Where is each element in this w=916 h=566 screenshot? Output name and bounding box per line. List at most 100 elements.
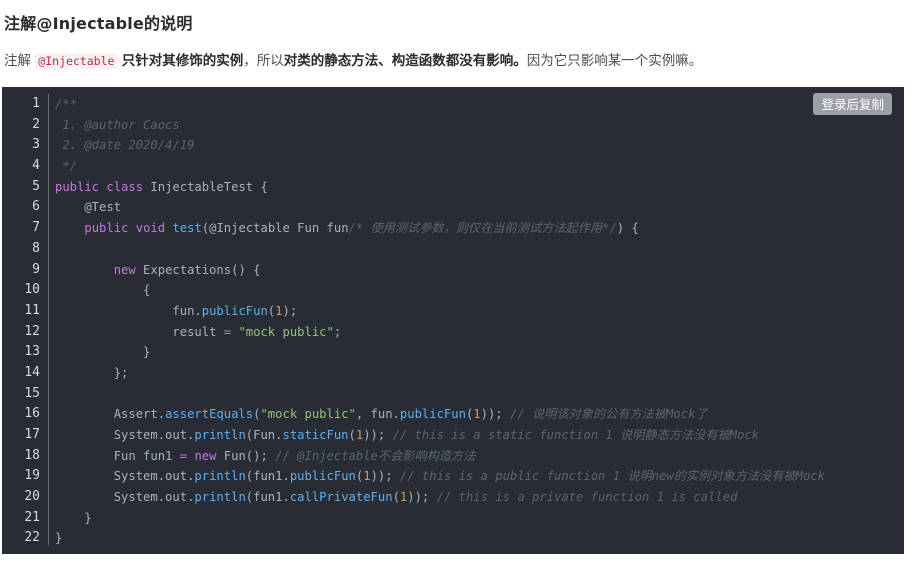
code-token: } [55,510,92,525]
line-number: 20 [24,489,40,505]
code-token: // this is a static function 1 说明静态方法没有被… [392,428,760,442]
code-token: ); [282,303,298,318]
line-number: 13 [24,344,40,360]
line-number: 21 [24,509,40,525]
code-line: */ [55,156,904,177]
code-token: publicFun [399,407,466,422]
code-token: // @Injectable不会影响构造方法 [275,448,476,463]
code-token: // this is a public function 1 说明new的实例对… [399,469,825,484]
code-token: // 说明该对象的公有方法被Mock了 [509,407,708,422]
code-line: @Test [55,197,904,218]
code-line: /** [55,94,904,115]
code-token: } [55,531,63,546]
code-token: ( [392,490,400,505]
code-token: System.out. [55,490,195,505]
line-number: 10 [24,282,40,298]
line-number: 4 [32,158,40,174]
line-number: 15 [24,385,40,401]
code-line: public class InjectableTest { [55,177,904,198]
code-token: new [194,448,217,463]
code-token: ; [333,324,342,339]
code-line: } [55,342,904,363]
code-token: test [172,221,202,236]
code-token: /** [55,97,78,111]
line-number: 19 [24,468,40,484]
code-line: public void test(@Injectable Fun fun/* 使… [55,218,904,239]
code-token: (@Injectable Fun fun [201,221,349,236]
section-heading: 注解@Injectable的说明 [4,14,193,33]
paragraph-prefix: 注解 [4,53,36,69]
code-token: } [55,345,151,360]
code-token: "mock public" [260,407,356,422]
code-line: System.out.println(fun1.publicFun(1)); /… [55,466,904,487]
code-token: )); [480,407,510,422]
code-line: { [55,280,904,301]
code-token: result [55,324,224,339]
code-token: new [113,262,136,277]
code-line: }; [55,363,904,384]
code-token: callPrivateFun [289,490,393,505]
code-line: result = "mock public"; [55,322,904,343]
code-token: fun. [55,303,202,318]
code-token: Fun(); [216,448,276,463]
line-number: 16 [24,406,40,422]
code-token: (Fun. [245,428,283,442]
line-number: 1 [32,96,40,111]
line-number: 2 [32,116,40,132]
code-token: class [106,179,144,194]
code-token: println [194,469,246,484]
line-number: 7 [32,220,40,236]
code-line: 1. @author Caocs [55,115,904,136]
code-token: println [194,428,246,442]
description-paragraph: 注解 @Injectable 只针对其修饰的实例，所以对类的静态方法、构造函数都… [4,49,702,69]
code-token: publicFun [289,469,356,484]
code-token: InjectableTest { [143,179,268,194]
line-number: 3 [32,137,40,153]
paragraph-bold-2: 对类的静态方法、构造函数都没有影响。 [283,53,527,69]
code-token: )); [370,469,400,484]
code-token: Assert. [55,407,166,422]
code-content: /** 1. @author Caocs 2. @date 2020/4/19 … [55,94,904,549]
code-token: System.out. [55,469,195,484]
code-token: System.out. [55,428,195,442]
code-token: ( [348,428,356,442]
code-token: ) { [616,221,639,236]
code-token: Expectations() { [135,262,261,277]
code-token: 1 [473,407,481,422]
code-line: new Expectations() { [55,260,904,281]
line-number: 17 [24,427,40,442]
code-block: 登录后复制 1 2 3 4 5 6 7 8 9 10 11 12 13 14 15 16 17 18 19 20 21 2… [2,87,904,554]
code-token: , fun. [355,407,400,422]
code-token: = [223,324,232,339]
code-token: }; [55,365,129,380]
code-token: */ [55,159,78,174]
code-token: // this is a private function 1 is calle… [436,490,738,505]
code-token: public [84,221,129,236]
code-token: "mock public" [238,324,334,339]
code-token: 1. @author Caocs [55,117,180,132]
line-number: 8 [32,240,40,256]
code-token: )); [407,490,437,505]
code-token: { [55,283,151,298]
code-token: void [135,221,166,236]
code-token: staticFun [282,428,349,442]
code-line: System.out.println(fun1.callPrivateFun(1… [55,487,904,508]
code-token: println [194,490,246,505]
code-token: Fun fun1 [55,448,180,463]
line-number: 18 [24,447,40,463]
code-line: 2. @date 2020/4/19 [55,135,904,156]
code-token: 2. @date 2020/4/19 [55,138,195,153]
code-token: 1 [363,469,371,484]
code-token: = [179,448,188,463]
code-token: @Test [55,200,122,215]
code-token: (fun1. [245,490,290,505]
code-token: publicFun [201,303,268,318]
line-number: 14 [24,364,40,380]
line-number: 11 [24,302,40,318]
code-line: } [55,508,904,529]
code-token: (fun1. [245,469,290,484]
code-token: assertEquals [165,407,254,422]
